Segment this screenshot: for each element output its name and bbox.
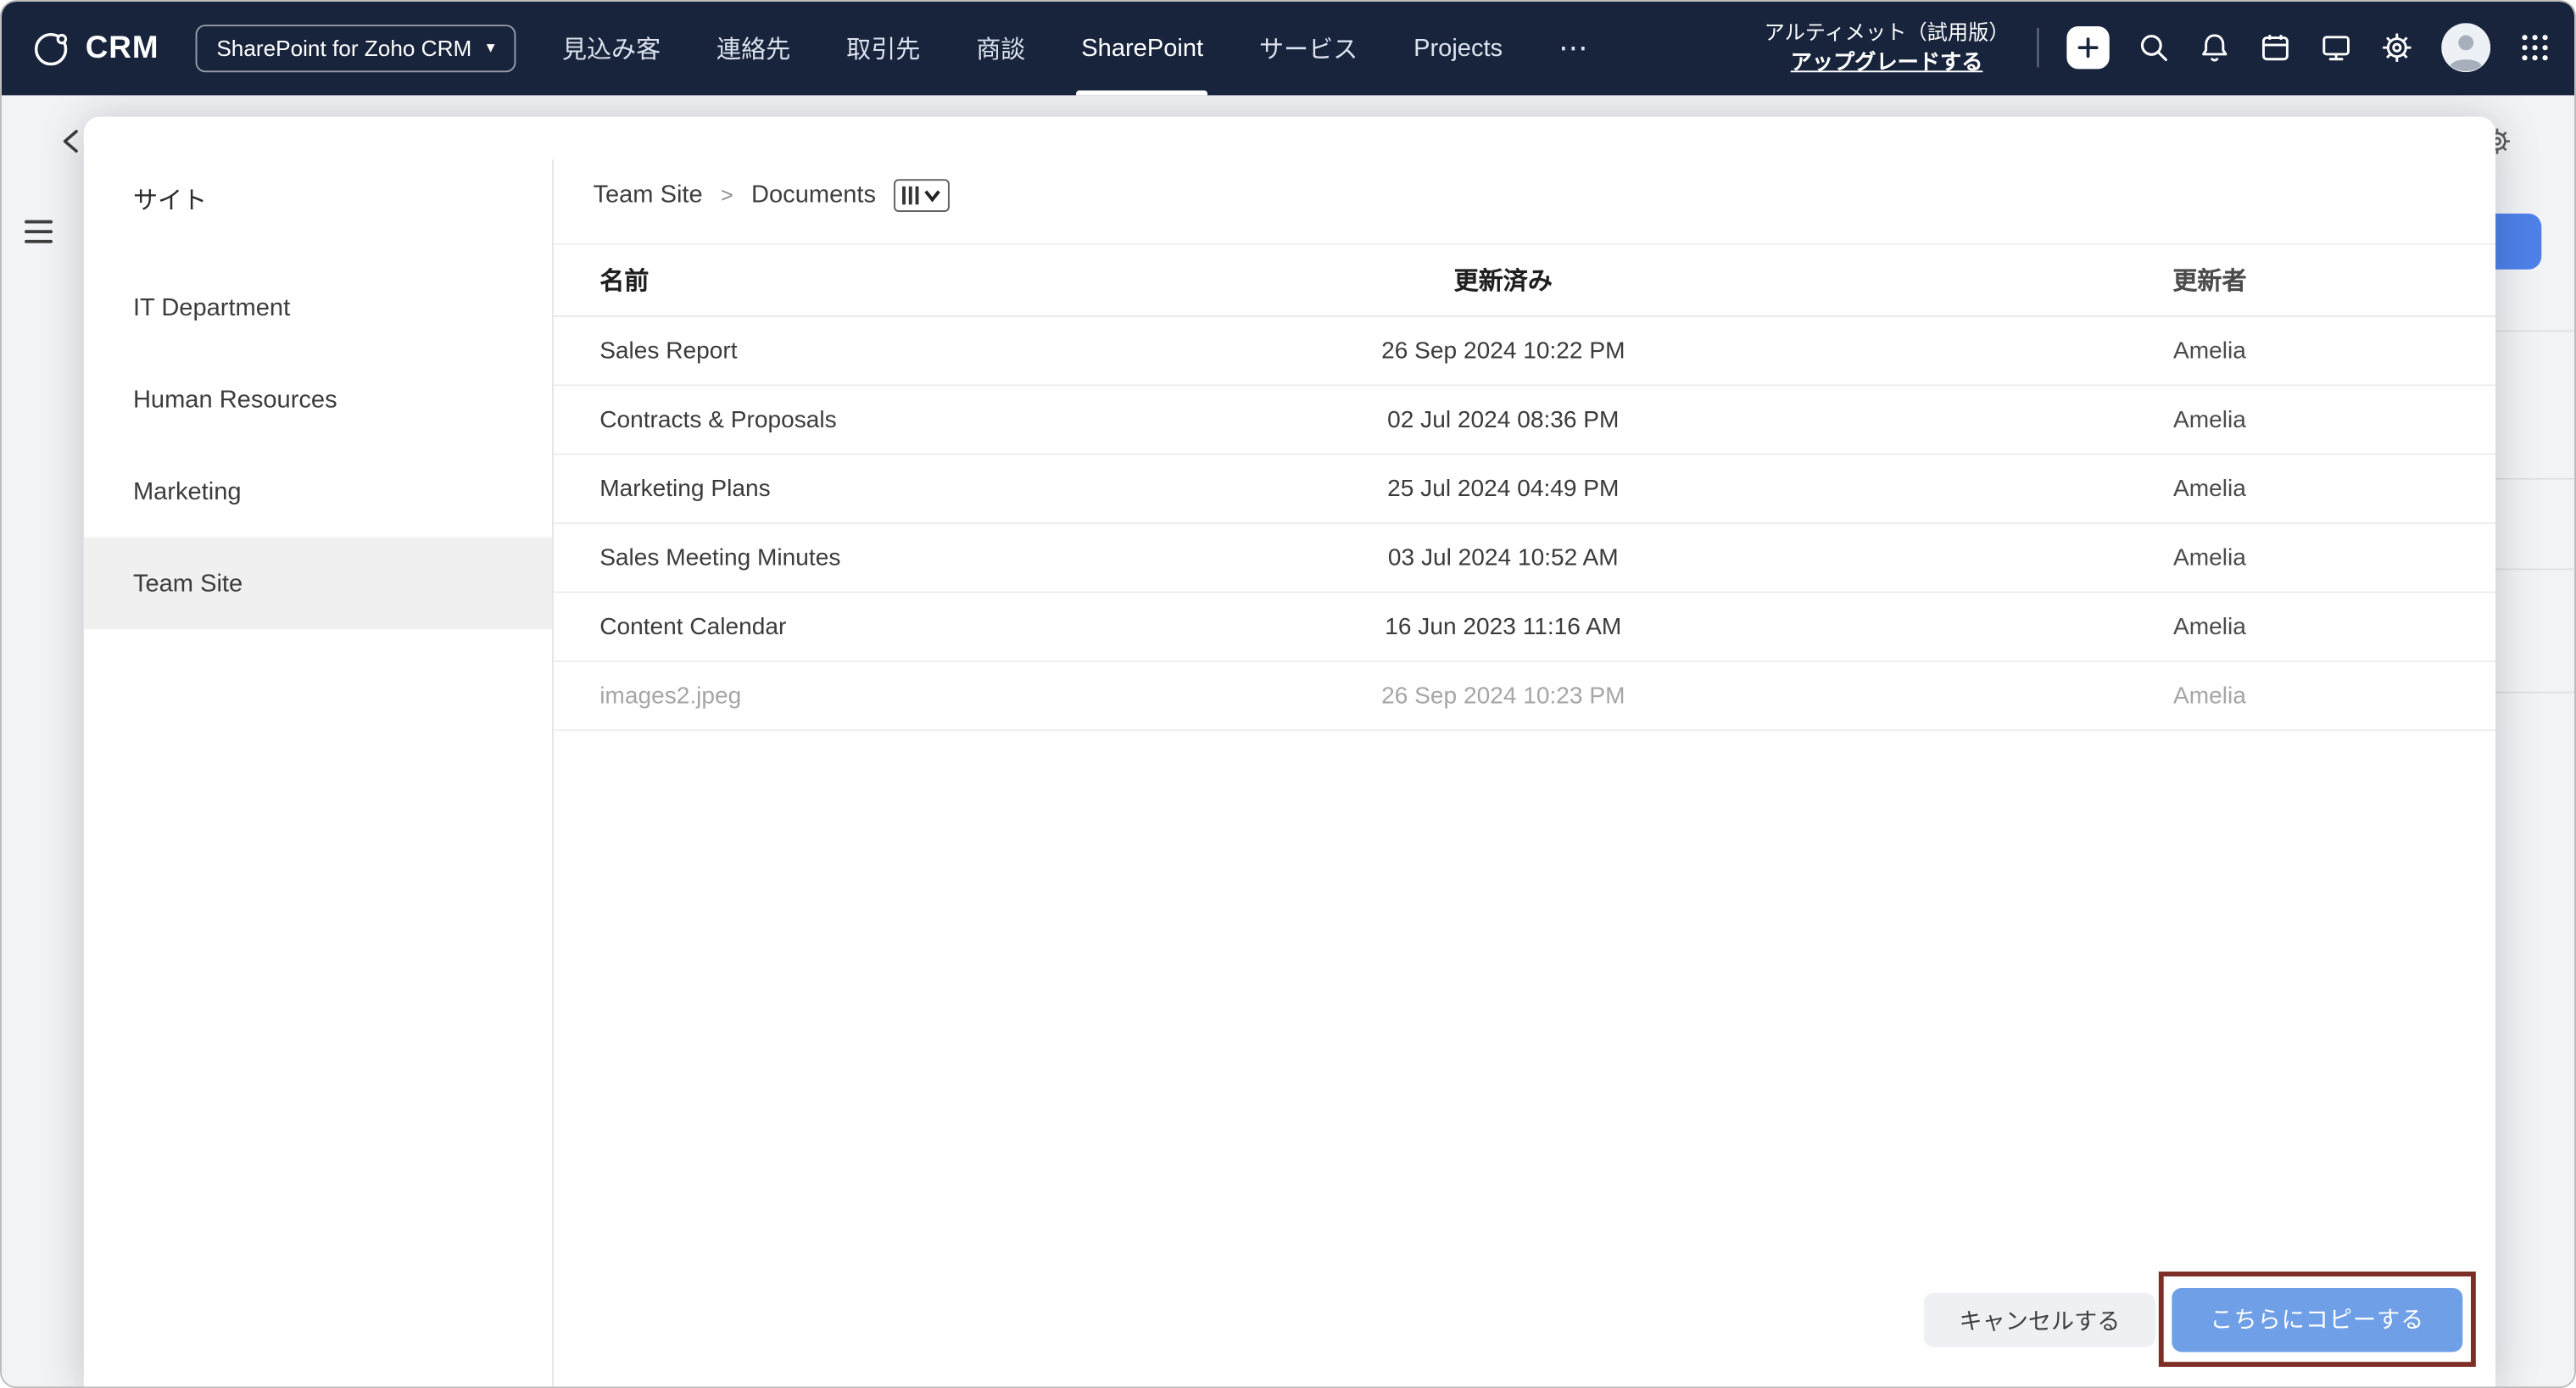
file-name: Sales Meeting Minutes bbox=[599, 544, 1043, 571]
nav-item-projects[interactable]: Projects bbox=[1413, 2, 1503, 95]
stage: CRM SharePoint for Zoho CRM ▾ 見込み客 連絡先 取… bbox=[0, 0, 2576, 1388]
file-modified-by: Amelia bbox=[1963, 614, 2456, 640]
file-modified-by: Amelia bbox=[1963, 407, 2456, 433]
brand-group: CRM bbox=[31, 29, 159, 69]
plan-label: アルティメット（試用版） bbox=[1765, 22, 2010, 45]
quick-create-plus-icon[interactable] bbox=[2066, 27, 2109, 70]
zoho-logo-icon[interactable] bbox=[31, 29, 71, 69]
background-row-divider bbox=[2492, 568, 2574, 570]
nav-item-deals[interactable]: 商談 bbox=[976, 2, 1025, 95]
app-window: CRM SharePoint for Zoho CRM ▾ 見込み客 連絡先 取… bbox=[0, 0, 2576, 1388]
hamburger-menu-icon[interactable] bbox=[25, 220, 53, 250]
file-name: Contracts & Proposals bbox=[599, 407, 1043, 433]
calendar-icon[interactable] bbox=[2259, 32, 2292, 65]
sidebar-item-team-site[interactable]: Team Site bbox=[84, 538, 554, 630]
table-header-row: 名前 更新済み 更新者 bbox=[554, 245, 2495, 317]
nav-item-leads[interactable]: 見込み客 bbox=[562, 2, 661, 95]
file-browser: Team Site > Documents 名前 更新済み bbox=[554, 117, 2495, 1388]
caret-down-icon: ▾ bbox=[487, 40, 495, 56]
file-name: Content Calendar bbox=[599, 614, 1043, 640]
view-selector-dropdown[interactable] bbox=[894, 178, 950, 211]
nav-item-more[interactable]: ⋯ bbox=[1558, 2, 1590, 95]
table-row[interactable]: Marketing Plans 25 Jul 2024 04:49 PM Ame… bbox=[554, 455, 2495, 524]
breadcrumb: Team Site > Documents bbox=[554, 117, 2495, 245]
app-selector-dropdown[interactable]: SharePoint for Zoho CRM ▾ bbox=[195, 25, 516, 72]
app-grid-icon[interactable] bbox=[2518, 32, 2551, 65]
breadcrumb-separator-icon: > bbox=[721, 182, 733, 207]
notifications-bell-icon[interactable] bbox=[2198, 32, 2231, 65]
sidebar-item-human-resources[interactable]: Human Resources bbox=[84, 354, 554, 446]
file-modified-by: Amelia bbox=[1963, 683, 2456, 709]
file-modified: 02 Jul 2024 08:36 PM bbox=[1043, 407, 1963, 433]
sidebar-item-it-department[interactable]: IT Department bbox=[84, 261, 554, 354]
topbar: CRM SharePoint for Zoho CRM ▾ 見込み客 連絡先 取… bbox=[2, 2, 2574, 95]
sites-sidebar: サイト IT Department Human Resources Market… bbox=[84, 117, 554, 1388]
annotation-highlight-box: こちらにコピーする bbox=[2159, 1272, 2476, 1367]
background-row-divider bbox=[2492, 478, 2574, 480]
file-name: Sales Report bbox=[599, 337, 1043, 364]
column-header-name: 名前 bbox=[599, 263, 1043, 298]
column-header-modified: 更新済み bbox=[1043, 263, 1963, 298]
table-row[interactable]: Sales Meeting Minutes 03 Jul 2024 10:52 … bbox=[554, 524, 2495, 593]
nav-item-accounts[interactable]: 取引先 bbox=[846, 2, 920, 95]
topbar-actions: アルティメット（試用版） アップグレードする bbox=[1765, 20, 2551, 77]
copy-here-button[interactable]: こちらにコピーする bbox=[2172, 1287, 2462, 1352]
table-row[interactable]: Content Calendar 16 Jun 2023 11:16 AM Am… bbox=[554, 593, 2495, 661]
nav-item-sharepoint[interactable]: SharePoint bbox=[1081, 2, 1203, 95]
sidebar-title: サイト bbox=[133, 182, 554, 215]
file-modified: 26 Sep 2024 10:23 PM bbox=[1043, 683, 1963, 709]
column-header-modified-by: 更新者 bbox=[1963, 263, 2456, 298]
sidebar-item-marketing[interactable]: Marketing bbox=[84, 445, 554, 538]
display-icon[interactable] bbox=[2320, 32, 2353, 65]
search-icon[interactable] bbox=[2138, 32, 2171, 65]
background-row-divider bbox=[2492, 692, 2574, 694]
upgrade-link[interactable]: アップグレードする bbox=[1765, 47, 2010, 76]
file-modified: 26 Sep 2024 10:22 PM bbox=[1043, 337, 1963, 364]
table-row[interactable]: images2.jpeg 26 Sep 2024 10:23 PM Amelia bbox=[554, 662, 2495, 731]
brand-name: CRM bbox=[86, 31, 159, 67]
cancel-button[interactable]: キャンセルする bbox=[1924, 1293, 2155, 1347]
nav-item-services[interactable]: サービス bbox=[1259, 2, 1358, 95]
table-row[interactable]: Sales Report 26 Sep 2024 10:22 PM Amelia bbox=[554, 317, 2495, 386]
file-name: images2.jpeg bbox=[599, 683, 1043, 709]
file-name: Marketing Plans bbox=[599, 476, 1043, 502]
breadcrumb-root[interactable]: Team Site bbox=[593, 181, 702, 209]
file-modified-by: Amelia bbox=[1963, 476, 2456, 502]
breadcrumb-current[interactable]: Documents bbox=[751, 181, 876, 209]
back-chevron-icon[interactable] bbox=[58, 126, 87, 164]
table-row[interactable]: Contracts & Proposals 02 Jul 2024 08:36 … bbox=[554, 386, 2495, 454]
file-modified: 25 Jul 2024 04:49 PM bbox=[1043, 476, 1963, 502]
file-modified-by: Amelia bbox=[1963, 544, 2456, 571]
divider bbox=[2038, 29, 2039, 69]
plan-info: アルティメット（試用版） アップグレードする bbox=[1765, 20, 2010, 77]
app-selector-label: SharePoint for Zoho CRM bbox=[216, 36, 471, 61]
settings-gear-icon[interactable] bbox=[2380, 32, 2413, 65]
site-list: IT Department Human Resources Marketing … bbox=[84, 261, 554, 629]
sharepoint-file-picker-modal: サイト IT Department Human Resources Market… bbox=[84, 117, 2495, 1388]
file-modified: 16 Jun 2023 11:16 AM bbox=[1043, 614, 1963, 640]
nav-item-contacts[interactable]: 連絡先 bbox=[716, 2, 790, 95]
file-modified: 03 Jul 2024 10:52 AM bbox=[1043, 544, 1963, 571]
user-avatar[interactable] bbox=[2441, 24, 2490, 73]
file-modified-by: Amelia bbox=[1963, 337, 2456, 364]
module-nav: 見込み客 連絡先 取引先 商談 SharePoint サービス Projects… bbox=[562, 2, 1590, 95]
background-row-divider bbox=[2492, 330, 2574, 332]
